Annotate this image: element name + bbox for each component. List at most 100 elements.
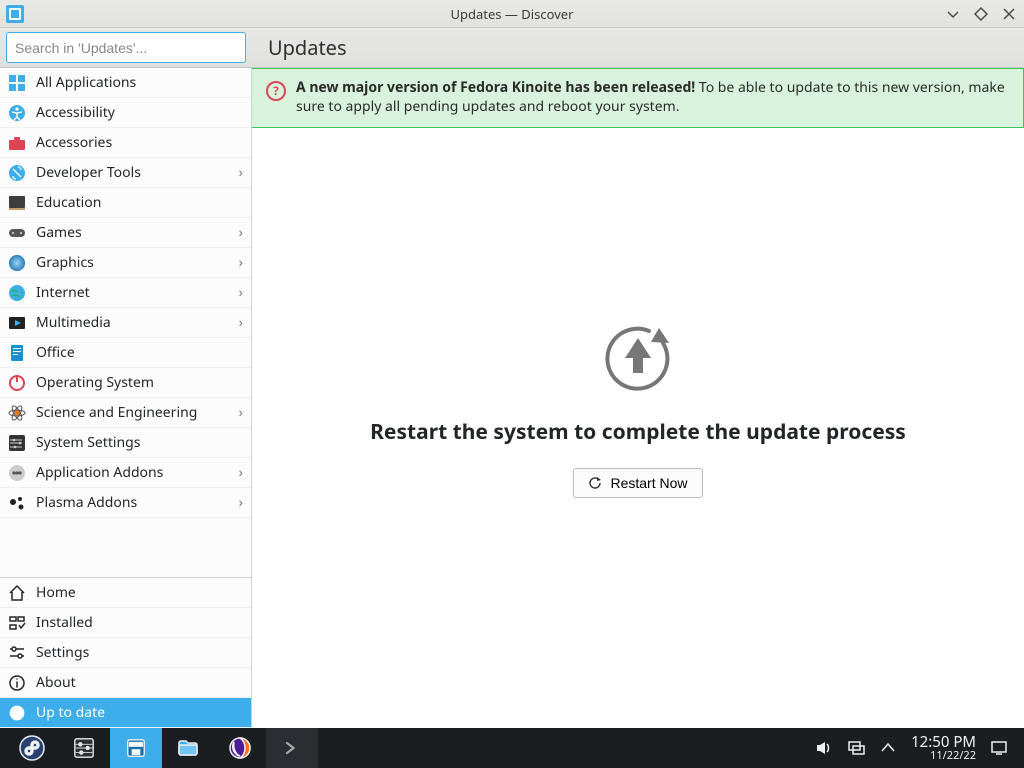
sidebar-nav-installed[interactable]: Installed xyxy=(0,608,251,638)
restart-button-label: Restart Now xyxy=(610,475,687,491)
window-close-button[interactable] xyxy=(1002,7,1018,21)
taskbar-terminal-button[interactable] xyxy=(266,728,318,768)
chevron-right-icon: › xyxy=(239,163,243,182)
multimedia-icon xyxy=(8,314,26,332)
sidebar-item-label: Education xyxy=(36,193,101,212)
sidebar-item-label: Internet xyxy=(36,283,90,302)
tray-volume-icon[interactable] xyxy=(815,739,833,757)
sidebar-item-operating-system[interactable]: Operating System xyxy=(0,368,251,398)
sidebar-item-games[interactable]: Games › xyxy=(0,218,251,248)
restart-update-icon xyxy=(599,318,677,396)
chevron-right-icon: › xyxy=(239,253,243,272)
chevron-right-icon: › xyxy=(239,493,243,512)
addons-icon xyxy=(8,464,26,482)
all-apps-icon xyxy=(8,74,26,92)
sidebar-item-label: Games xyxy=(36,223,82,242)
sidebar-nav-home[interactable]: Home xyxy=(0,578,251,608)
sliders-icon xyxy=(8,644,26,662)
education-icon xyxy=(8,194,26,212)
sidebar: All Applications Accessibility Accessori… xyxy=(0,68,252,728)
restart-now-button[interactable]: Restart Now xyxy=(573,468,702,498)
chevron-right-icon: › xyxy=(239,283,243,302)
clock-date: 11/22/22 xyxy=(911,750,976,762)
chevron-right-icon: › xyxy=(239,313,243,332)
sidebar-item-science[interactable]: Science and Engineering › xyxy=(0,398,251,428)
sidebar-item-label: Accessibility xyxy=(36,103,115,122)
sidebar-item-label: Settings xyxy=(36,643,89,662)
sidebar-item-all-applications[interactable]: All Applications xyxy=(0,68,251,98)
main-content: ? A new major version of Fedora Kinoite … xyxy=(252,68,1024,728)
sidebar-item-label: Home xyxy=(36,583,76,602)
sidebar-item-label: Operating System xyxy=(36,373,154,392)
graphics-icon xyxy=(8,254,26,272)
sidebar-item-label: Accessories xyxy=(36,133,112,152)
release-notice-banner: ? A new major version of Fedora Kinoite … xyxy=(252,68,1024,128)
taskbar-settings-button[interactable] xyxy=(58,728,110,768)
taskbar-start-button[interactable] xyxy=(6,728,58,768)
update-icon xyxy=(8,704,26,722)
sidebar-item-multimedia[interactable]: Multimedia › xyxy=(0,308,251,338)
developer-icon xyxy=(8,164,26,182)
sidebar-nav-updates[interactable]: Up to date xyxy=(0,698,251,728)
internet-icon xyxy=(8,284,26,302)
taskbar-files-button[interactable] xyxy=(162,728,214,768)
sidebar-item-system-settings[interactable]: System Settings xyxy=(0,428,251,458)
sidebar-item-developer-tools[interactable]: Developer Tools › xyxy=(0,158,251,188)
sidebar-item-app-addons[interactable]: Application Addons › xyxy=(0,458,251,488)
restart-icon xyxy=(588,476,602,490)
sidebar-item-accessories[interactable]: Accessories xyxy=(0,128,251,158)
sidebar-item-label: System Settings xyxy=(36,433,140,452)
sidebar-item-label: Science and Engineering xyxy=(36,403,197,422)
chevron-right-icon: › xyxy=(239,223,243,242)
tray-chevron-up-icon[interactable] xyxy=(879,739,897,757)
page-title: Updates xyxy=(252,28,1024,67)
chevron-right-icon: › xyxy=(239,403,243,422)
window-titlebar: Updates — Discover xyxy=(0,0,1024,28)
sidebar-item-graphics[interactable]: Graphics › xyxy=(0,248,251,278)
sidebar-item-label: Installed xyxy=(36,613,93,632)
sidebar-item-label: Plasma Addons xyxy=(36,493,137,512)
info-icon xyxy=(8,674,26,692)
tray-display-icon[interactable] xyxy=(847,739,865,757)
office-icon xyxy=(8,344,26,362)
sidebar-item-accessibility[interactable]: Accessibility xyxy=(0,98,251,128)
sidebar-item-office[interactable]: Office xyxy=(0,338,251,368)
os-icon xyxy=(8,374,26,392)
app-header: Updates xyxy=(0,28,1024,68)
sidebar-item-label: All Applications xyxy=(36,73,136,92)
sidebar-item-label: Developer Tools xyxy=(36,163,141,182)
accessories-icon xyxy=(8,134,26,152)
sidebar-item-label: About xyxy=(36,673,76,692)
sidebar-item-label: Up to date xyxy=(36,703,105,722)
discover-app-icon xyxy=(6,5,24,23)
taskbar-clock[interactable]: 12:50 PM 11/22/22 xyxy=(911,734,976,763)
accessibility-icon xyxy=(8,104,26,122)
installed-icon xyxy=(8,614,26,632)
banner-bold-text: A new major version of Fedora Kinoite ha… xyxy=(296,78,695,97)
taskbar: 12:50 PM 11/22/22 xyxy=(0,728,1024,768)
sidebar-nav-settings[interactable]: Settings xyxy=(0,638,251,668)
sidebar-item-education[interactable]: Education xyxy=(0,188,251,218)
search-input[interactable] xyxy=(6,32,246,63)
sidebar-item-label: Graphics xyxy=(36,253,94,272)
home-icon xyxy=(8,584,26,602)
sidebar-item-plasma-addons[interactable]: Plasma Addons › xyxy=(0,488,251,518)
settings-icon xyxy=(8,434,26,452)
sidebar-item-label: Office xyxy=(36,343,75,362)
games-icon xyxy=(8,224,26,242)
science-icon xyxy=(8,404,26,422)
taskbar-firefox-button[interactable] xyxy=(214,728,266,768)
plasma-icon xyxy=(8,494,26,512)
sidebar-item-label: Multimedia xyxy=(36,313,111,332)
restart-message: Restart the system to complete the updat… xyxy=(370,418,906,446)
sidebar-item-label: Application Addons xyxy=(36,463,163,482)
window-minimize-button[interactable] xyxy=(946,7,962,21)
chevron-right-icon: › xyxy=(239,463,243,482)
tray-show-desktop-icon[interactable] xyxy=(990,739,1008,757)
taskbar-discover-button[interactable] xyxy=(110,728,162,768)
alert-icon: ? xyxy=(266,81,286,101)
window-maximize-button[interactable] xyxy=(974,7,990,21)
sidebar-item-internet[interactable]: Internet › xyxy=(0,278,251,308)
window-title: Updates — Discover xyxy=(0,5,1024,23)
sidebar-nav-about[interactable]: About xyxy=(0,668,251,698)
